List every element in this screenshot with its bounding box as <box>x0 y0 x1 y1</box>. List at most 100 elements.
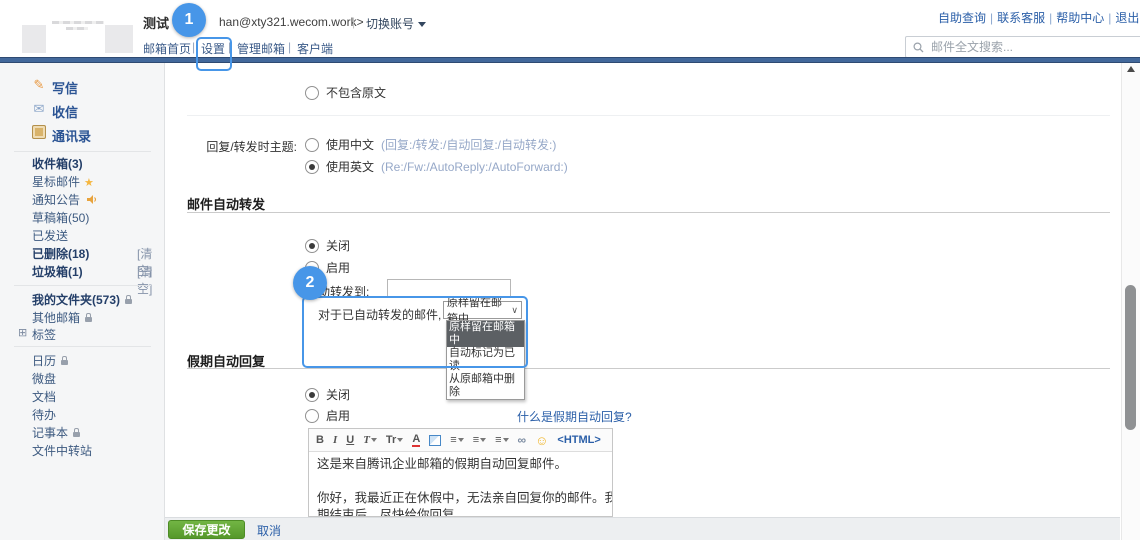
english-subject-note: (Re:/Fw:/AutoReply:/AutoForward:) <box>381 159 568 174</box>
scroll-up-arrow-icon[interactable] <box>1127 66 1135 72</box>
radio-label: 使用中文 <box>326 138 375 152</box>
sidebar-item-calendar[interactable]: 日历 <box>32 352 69 369</box>
sidebar-item-my-folders[interactable]: 我的文件夹(573) <box>32 291 133 308</box>
image-icon[interactable] <box>429 434 442 446</box>
annotation-step-2-marker: 2 <box>293 266 327 300</box>
radio-row-english-subject[interactable]: 使用英文 (Re:/Fw:/AutoReply:/AutoForward:) <box>305 158 568 175</box>
dropdown-option-delete[interactable]: 从原邮箱中删除 <box>447 373 524 399</box>
sidebar-item-announcements[interactable]: 通知公告 <box>32 191 98 208</box>
align-icon[interactable]: ≡ <box>450 433 464 447</box>
lock-icon <box>61 356 69 365</box>
hyperlink-icon[interactable]: ∞ <box>518 433 527 447</box>
html-mode-button[interactable]: <HTML> <box>557 434 600 446</box>
radio-label: 关闭 <box>326 388 351 402</box>
switch-account-link[interactable]: 切换账号 <box>366 15 427 32</box>
editor-text-area[interactable]: 这是来自腾讯企业邮箱的假期自动回复邮件。 你好，我最近正在休假中，无法亲自回复你… <box>309 452 612 517</box>
sidebar-divider <box>14 151 151 152</box>
list-icon[interactable]: ≡ <box>473 433 487 447</box>
sidebar-item-file-transfer[interactable]: 文件中转站 <box>32 442 92 459</box>
logo-text-redacted <box>66 27 88 30</box>
radio-label: 使用英文 <box>326 160 375 174</box>
radio-unselected-icon[interactable] <box>305 137 319 152</box>
sidebar-item-todo[interactable]: 待办 <box>32 406 56 423</box>
vertical-scrollbar-thumb[interactable] <box>1125 285 1136 430</box>
sidebar-item-inbox[interactable]: 收件箱(3) <box>32 155 83 172</box>
section-divider <box>187 115 1110 116</box>
sidebar-item-starred[interactable]: 星标邮件 ★ <box>32 173 94 190</box>
search-icon <box>913 41 924 52</box>
cancel-button[interactable]: 取消 <box>257 522 281 539</box>
chevron-down-icon <box>418 22 427 27</box>
link-logout[interactable]: 退出 <box>1115 11 1139 25</box>
nav-mail-home[interactable]: 邮箱首页 <box>143 40 191 57</box>
font-color-icon[interactable]: A <box>412 433 421 447</box>
italic-icon[interactable]: I <box>333 433 337 447</box>
sidebar-item-contacts[interactable]: 通讯录 <box>52 126 91 145</box>
speaker-icon <box>87 195 97 204</box>
logo-text-redacted <box>52 21 104 24</box>
search-box[interactable] <box>905 36 1140 58</box>
sidebar-item-drafts[interactable]: 草稿箱(50) <box>32 209 89 226</box>
star-icon: ★ <box>84 177 94 189</box>
radio-row-exclude-original[interactable]: 不包含原文 <box>305 84 386 101</box>
sidebar-item-drive[interactable]: 微盘 <box>32 370 56 387</box>
radio-selected-icon[interactable] <box>305 238 319 253</box>
nav-client[interactable]: 客户端 <box>297 40 333 57</box>
sidebar-item-sent[interactable]: 已发送 <box>32 227 68 244</box>
font-family-icon[interactable]: T <box>363 433 377 447</box>
sidebar-item-other-mailbox[interactable]: 其他邮箱 <box>32 309 93 326</box>
vacation-reply-editor: B I U T Tr A ≡ ≡ ≡ ∞ ☺ <HTML> 这是来自腾讯企业邮箱… <box>308 428 613 517</box>
account-name: 测试 <box>143 16 170 31</box>
chinese-subject-note: (回复:/转发:/自动回复:/自动转发:) <box>381 138 557 152</box>
section-underline <box>187 212 1110 213</box>
emoji-icon[interactable]: ☺ <box>535 433 548 448</box>
section-underline <box>187 368 1110 369</box>
empty-spam-button[interactable]: [清空] <box>137 263 164 297</box>
separator: | <box>288 40 292 54</box>
account-email: han@xty321.wecom.work> <box>219 15 364 29</box>
radio-label: 启用 <box>326 409 351 423</box>
indent-icon[interactable]: ≡ <box>495 433 509 447</box>
radio-selected-icon[interactable] <box>305 387 319 402</box>
annotation-box-forwarded-mail <box>302 296 528 368</box>
radio-row-chinese-subject[interactable]: 使用中文 (回复:/转发:/自动回复:/自动转发:) <box>305 136 556 153</box>
link-contact-support[interactable]: 联系客服 <box>997 11 1045 25</box>
radio-unselected-icon[interactable] <box>305 408 319 423</box>
search-input[interactable] <box>929 39 1123 55</box>
contacts-icon <box>31 125 47 140</box>
logo-placeholder <box>105 25 133 53</box>
sidebar-item-notebook[interactable]: 记事本 <box>32 424 81 441</box>
sidebar: ✎ 写信 ✉ 收信 通讯录 收件箱(3) 星标邮件 ★ 通知公告 草稿箱(50) … <box>0 63 165 540</box>
font-size-icon[interactable]: Tr <box>386 433 404 447</box>
save-changes-button[interactable]: 保存更改 <box>168 520 245 539</box>
vacation-help-link[interactable]: 什么是假期自动回复? <box>517 408 632 425</box>
link-help-center[interactable]: 帮助中心 <box>1056 11 1104 25</box>
expand-tags-icon[interactable]: ⊞ <box>18 326 27 339</box>
radio-row-vacation-off[interactable]: 关闭 <box>305 386 350 403</box>
underline-icon[interactable]: U <box>346 433 354 447</box>
sidebar-item-compose[interactable]: 写信 <box>52 78 78 97</box>
separator: | <box>352 15 356 29</box>
sidebar-item-deleted[interactable]: 已删除(18) <box>32 245 89 262</box>
radio-unselected-icon[interactable] <box>305 85 319 100</box>
radio-row-vacation-on[interactable]: 启用 <box>305 407 350 424</box>
nav-manage-mailbox[interactable]: 管理邮箱 <box>237 40 285 57</box>
separator: | <box>192 40 196 54</box>
sidebar-item-tags[interactable]: 标签 <box>32 326 56 343</box>
bold-icon[interactable]: B <box>316 433 324 447</box>
footer-bar: 保存更改 取消 <box>165 517 1120 540</box>
editor-line: 期结束后，尽快给你回复 <box>317 508 455 517</box>
lock-icon <box>85 313 93 322</box>
lock-icon <box>73 428 81 437</box>
radio-row-forward-off[interactable]: 关闭 <box>305 237 350 254</box>
radio-label: 不包含原文 <box>326 86 387 100</box>
radio-label: 关闭 <box>326 239 351 253</box>
sidebar-item-docs[interactable]: 文档 <box>32 388 56 405</box>
editor-line: 你好，我最近正在休假中，无法亲自回复你的邮件。我将在假 <box>317 491 612 505</box>
link-self-service[interactable]: 自助查询 <box>938 11 986 25</box>
compose-pencil-icon: ✎ <box>33 77 45 92</box>
radio-selected-icon[interactable] <box>305 159 319 174</box>
sidebar-item-receive[interactable]: 收信 <box>52 102 78 121</box>
sidebar-item-spam[interactable]: 垃圾箱(1) <box>32 263 83 280</box>
